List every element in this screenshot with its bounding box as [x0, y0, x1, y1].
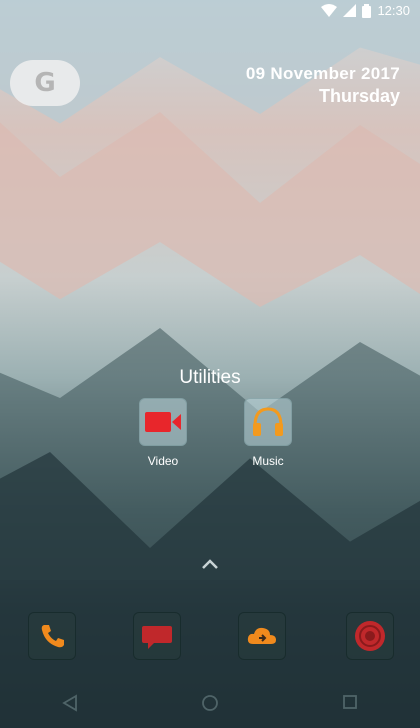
signal-icon: [343, 4, 357, 17]
dock-phone[interactable]: [28, 612, 76, 660]
home-screen: 12:30 G 09 November 2017 Thursday Utilit…: [0, 0, 420, 728]
cloud-sync-icon: [247, 627, 276, 644]
navigation-bar: [0, 680, 420, 728]
app-video[interactable]: Video: [123, 398, 203, 468]
status-bar: 12:30: [0, 0, 420, 22]
home-button[interactable]: [201, 694, 219, 712]
clock-date: 09 November 2017: [245, 64, 400, 83]
dock-cloud[interactable]: [238, 612, 286, 660]
google-logo-icon: G: [34, 68, 56, 98]
wifi-icon: [321, 4, 338, 17]
app-tile: [139, 398, 187, 446]
battery-icon: [362, 3, 372, 18]
google-search-widget[interactable]: G: [10, 60, 80, 106]
status-time: 12:30: [377, 3, 410, 18]
app-label: Video: [147, 454, 179, 468]
folder-title[interactable]: Utilities: [0, 367, 420, 389]
dock-messages[interactable]: [133, 612, 181, 660]
app-tile: [244, 398, 292, 446]
messages-icon: [142, 626, 172, 649]
headphones-icon: [253, 407, 283, 436]
app-music[interactable]: Music: [228, 398, 308, 468]
recents-button[interactable]: [342, 694, 358, 710]
back-button[interactable]: [62, 694, 78, 712]
clock-day: Thursday: [318, 86, 400, 106]
phone-icon: [41, 625, 64, 648]
chevron-up-icon[interactable]: [201, 558, 219, 570]
dock-camera[interactable]: [346, 612, 394, 660]
clock-widget[interactable]: 09 November 2017 Thursday: [246, 64, 400, 107]
video-camera-icon: [145, 412, 181, 432]
camera-icon: [355, 621, 385, 651]
app-label: Music: [252, 454, 284, 468]
